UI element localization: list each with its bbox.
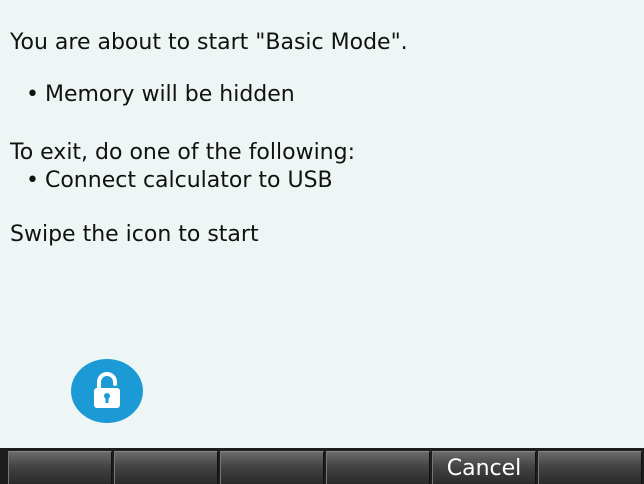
bullet-dot: • (26, 82, 39, 107)
intro-text: You are about to start "Basic Mode". (10, 30, 408, 55)
swipe-instruction: Swipe the icon to start (10, 222, 259, 247)
cancel-button[interactable]: Cancel (432, 451, 536, 484)
bullet-memory-text: Memory will be hidden (44, 82, 295, 107)
exit-heading: To exit, do one of the following: (10, 140, 356, 165)
unlock-icon[interactable] (71, 359, 143, 423)
bullet-dot: • (26, 168, 39, 193)
softkey-4[interactable] (326, 451, 430, 484)
left-edge (0, 0, 8, 448)
softkey-2[interactable] (114, 451, 218, 484)
basic-mode-screen: You are about to start "Basic Mode". • Me… (0, 0, 644, 484)
softkey-bar: Cancel (0, 448, 644, 484)
unlock-icon-glyph (94, 372, 120, 408)
bullet-memory: • Memory will be hidden (26, 82, 295, 108)
bullet-usb-text: Connect calculator to USB (44, 168, 333, 193)
softkey-6[interactable] (538, 451, 642, 484)
bullet-usb: • Connect calculator to USB (26, 168, 333, 194)
softkey-1[interactable] (8, 451, 112, 484)
softkey-3[interactable] (220, 451, 324, 484)
